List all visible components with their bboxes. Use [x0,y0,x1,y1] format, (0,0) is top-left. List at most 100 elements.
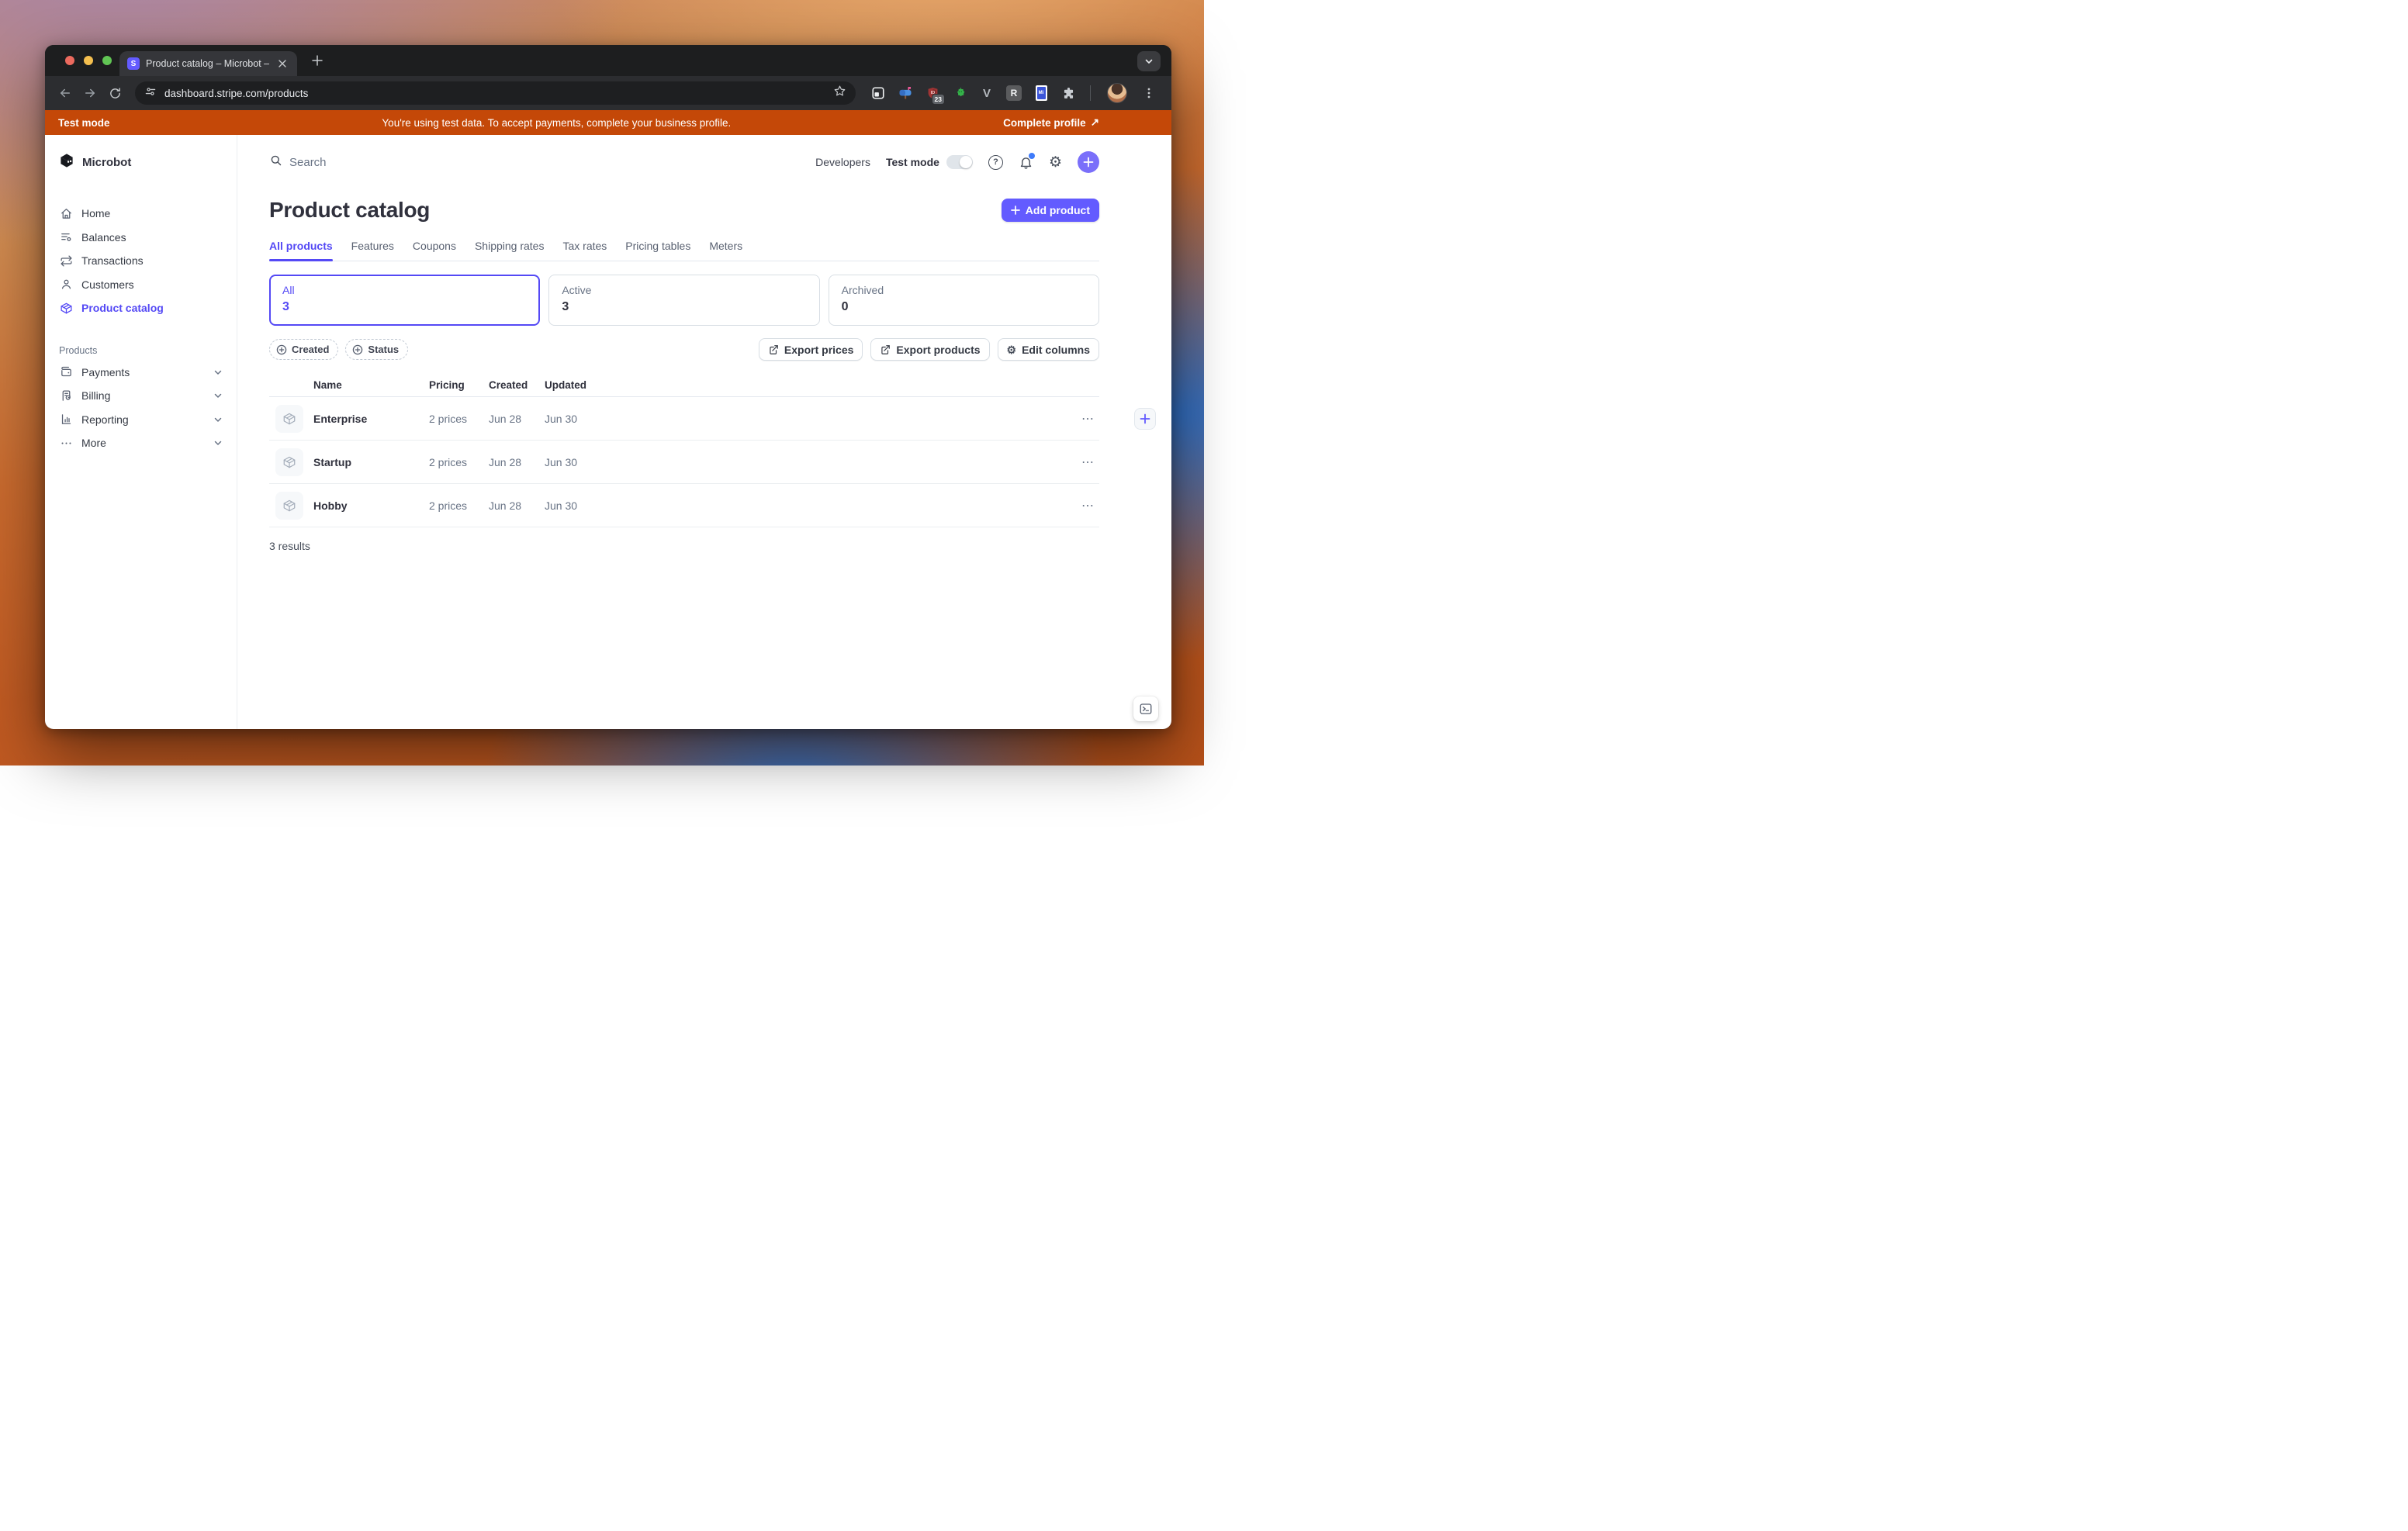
browser-profile-avatar[interactable] [1107,83,1127,103]
table-row[interactable]: Hobby 2 prices Jun 28 Jun 30 ⋯ [269,484,1099,527]
tab-coupons[interactable]: Coupons [413,240,456,261]
export-products-button[interactable]: Export products [870,338,989,361]
stripe-dashboard-page: Test mode You're using test data. To acc… [45,110,1171,729]
browser-tab[interactable]: S Product catalog – Microbot – [119,51,297,76]
customers-icon [59,278,73,292]
sidebar-item-label: Customers [81,278,134,291]
product-updated: Jun 30 [545,456,1068,468]
tab-pricing-tables[interactable]: Pricing tables [625,240,690,261]
sidebar-section-products: Products [59,345,227,356]
mi-card-extension-icon[interactable]: Mi [1033,85,1050,102]
tab-features[interactable]: Features [351,240,394,261]
desktop-background: S Product catalog – Microbot – [0,0,1204,766]
filter-status-pill[interactable]: Status [345,339,408,360]
terminal-icon [1139,702,1153,716]
side-panel-icon[interactable] [870,85,887,102]
row-actions-ellipsis-icon[interactable]: ⋯ [1068,498,1099,513]
sidebar-item-customers[interactable]: Customers [54,273,227,297]
edit-columns-button[interactable]: ⚙ Edit columns [998,338,1099,361]
complete-profile-link[interactable]: Complete profile ↗ [1003,116,1099,129]
floating-add-button[interactable] [1134,408,1156,430]
reload-icon[interactable] [104,82,126,104]
tab-shipping-rates[interactable]: Shipping rates [475,240,545,261]
export-icon [880,344,891,355]
product-cube-icon [275,492,303,520]
notifications-bell-icon[interactable] [1019,155,1033,170]
site-settings-icon[interactable] [144,85,157,102]
billing-invoice-icon [59,389,73,403]
summary-cards: All 3 Active 3 Archived 0 [269,275,1099,326]
summary-card-active[interactable]: Active 3 [548,275,819,326]
mailbox-extension-icon[interactable] [897,85,914,102]
help-icon[interactable]: ? [988,155,1003,170]
sidebar-item-label: Billing [81,389,110,402]
summary-card-all[interactable]: All 3 [269,275,540,326]
settings-gear-icon[interactable]: ⚙ [1049,155,1062,170]
sidebar-item-home[interactable]: Home [54,202,227,226]
sidebar-item-reporting[interactable]: Reporting [54,408,227,432]
row-actions-ellipsis-icon[interactable]: ⋯ [1068,454,1099,470]
chevron-down-icon [213,438,223,448]
product-updated: Jun 30 [545,413,1068,425]
green-creature-extension-icon[interactable] [951,85,968,102]
product-name: Enterprise [313,413,429,425]
balances-icon [59,230,73,244]
tab-tax-rates[interactable]: Tax rates [562,240,607,261]
developers-link[interactable]: Developers [815,156,870,168]
sidebar-item-more[interactable]: More [54,431,227,455]
chevron-down-icon [213,415,223,424]
create-plus-button[interactable] [1078,151,1099,173]
bookmark-star-icon[interactable] [833,85,846,102]
back-icon[interactable] [54,82,76,104]
zoom-window-button[interactable] [102,56,112,65]
page-title-row: Product catalog Add product [269,198,1099,223]
sidebar-item-billing[interactable]: Billing [54,384,227,408]
r-extension-icon[interactable]: R [1005,85,1022,102]
add-product-button[interactable]: Add product [1002,199,1099,222]
search-input[interactable] [289,156,522,169]
table-row[interactable]: Enterprise 2 prices Jun 28 Jun 30 ⋯ [269,397,1099,441]
close-window-button[interactable] [65,56,74,65]
summary-card-archived[interactable]: Archived 0 [829,275,1099,326]
toolbar-separator [1090,85,1091,101]
export-prices-button[interactable]: Export prices [759,338,863,361]
browser-tabstrip: S Product catalog – Microbot – [45,45,1171,76]
product-created: Jun 28 [489,456,545,468]
sidebar-item-balances[interactable]: Balances [54,226,227,250]
sidebar-item-payments[interactable]: Payments [54,361,227,385]
results-count: 3 results [269,540,1099,552]
tab-search-chevron-icon[interactable] [1137,51,1161,71]
product-cube-icon [275,405,303,433]
column-updated: Updated [545,379,1068,391]
chevron-down-icon [213,368,223,377]
arrow-up-right-icon: ↗ [1091,116,1099,129]
topbar-right-cluster: Developers Test mode ? [815,151,1099,173]
tab-close-icon[interactable] [275,57,289,71]
column-created: Created [489,379,545,391]
export-icon [768,344,779,355]
row-actions-ellipsis-icon[interactable]: ⋯ [1068,411,1099,427]
url-text[interactable]: dashboard.stripe.com/products [164,88,825,99]
minimize-window-button[interactable] [84,56,93,65]
filter-created-pill[interactable]: Created [269,339,338,360]
forward-icon[interactable] [79,82,101,104]
extensions-puzzle-icon[interactable] [1060,85,1077,102]
v-extension-icon[interactable]: V [978,85,995,102]
browser-menu-kebab-icon[interactable] [1140,85,1157,102]
tab-meters[interactable]: Meters [709,240,742,261]
sidebar-item-transactions[interactable]: Transactions [54,249,227,273]
new-tab-button[interactable] [306,50,328,72]
transactions-icon [59,254,73,268]
account-switcher[interactable]: Microbot [54,150,227,174]
table-row[interactable]: Startup 2 prices Jun 28 Jun 30 ⋯ [269,441,1099,484]
test-mode-toggle[interactable] [946,155,973,169]
developer-terminal-button[interactable] [1133,696,1158,721]
shield-extension-icon[interactable]: ID 23 [924,85,941,102]
tab-all-products[interactable]: All products [269,240,333,261]
product-created: Jun 28 [489,499,545,512]
banner-message: You're using test data. To accept paymen… [110,117,1004,129]
sidebar-item-product-catalog[interactable]: Product catalog [54,296,227,320]
payments-wallet-icon [59,365,73,379]
search-box[interactable] [269,154,815,171]
address-bar[interactable]: dashboard.stripe.com/products [135,81,856,105]
